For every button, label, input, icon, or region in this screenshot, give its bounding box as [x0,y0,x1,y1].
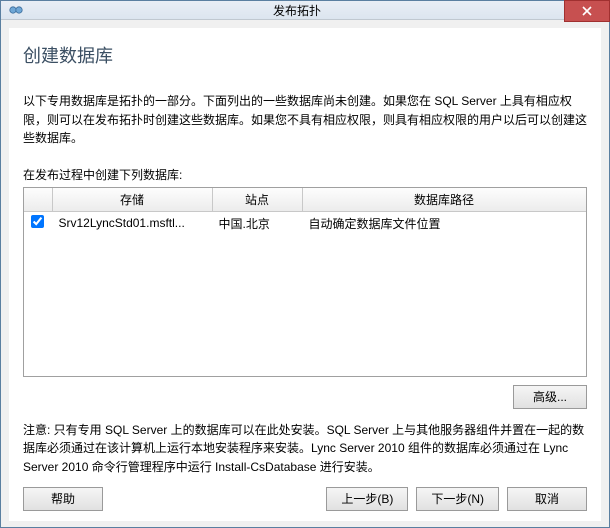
page-heading: 创建数据库 [23,42,587,68]
cell-store: Srv12LyncStd01.msftl... [52,211,212,235]
dialog-body: 创建数据库 以下专用数据库是拓扑的一部分。下面列出的一些数据库尚未创建。如果您在… [9,28,601,521]
list-label: 在发布过程中创建下列数据库: [23,166,587,183]
advanced-button[interactable]: 高级... [513,385,587,409]
window-title: 发布拓扑 [0,2,609,19]
cell-site: 中国.北京 [212,211,302,235]
database-grid: 存储 站点 数据库路径 Srv12LyncStd01.msftl... 中国.北… [23,187,587,377]
back-button[interactable]: 上一步(B) [326,487,408,511]
database-table: 存储 站点 数据库路径 Srv12LyncStd01.msftl... 中国.北… [24,188,586,235]
row-checkbox-cell [24,211,52,235]
titlebar: 发布拓扑 [1,1,609,20]
col-store[interactable]: 存储 [52,188,212,212]
help-button[interactable]: 帮助 [23,487,103,511]
wizard-window: 发布拓扑 创建数据库 以下专用数据库是拓扑的一部分。下面列出的一些数据库尚未创建… [0,0,610,528]
col-checkbox[interactable] [24,188,52,212]
next-button[interactable]: 下一步(N) [416,487,499,511]
col-path[interactable]: 数据库路径 [302,188,586,212]
table-header-row: 存储 站点 数据库路径 [24,188,586,212]
close-icon [582,3,592,19]
col-site[interactable]: 站点 [212,188,302,212]
description-text: 以下专用数据库是拓扑的一部分。下面列出的一些数据库尚未创建。如果您在 SQL S… [23,92,587,148]
advanced-row: 高级... [23,377,587,415]
table-row[interactable]: Srv12LyncStd01.msftl... 中国.北京 自动确定数据库文件位… [24,211,586,235]
close-button[interactable] [564,0,610,22]
note-text: 注意: 只有专用 SQL Server 上的数据库可以在此处安装。SQL Ser… [23,421,587,477]
cancel-button[interactable]: 取消 [507,487,587,511]
row-checkbox[interactable] [31,215,44,228]
button-bar: 帮助 上一步(B) 下一步(N) 取消 [23,487,587,511]
cell-path: 自动确定数据库文件位置 [302,211,586,235]
